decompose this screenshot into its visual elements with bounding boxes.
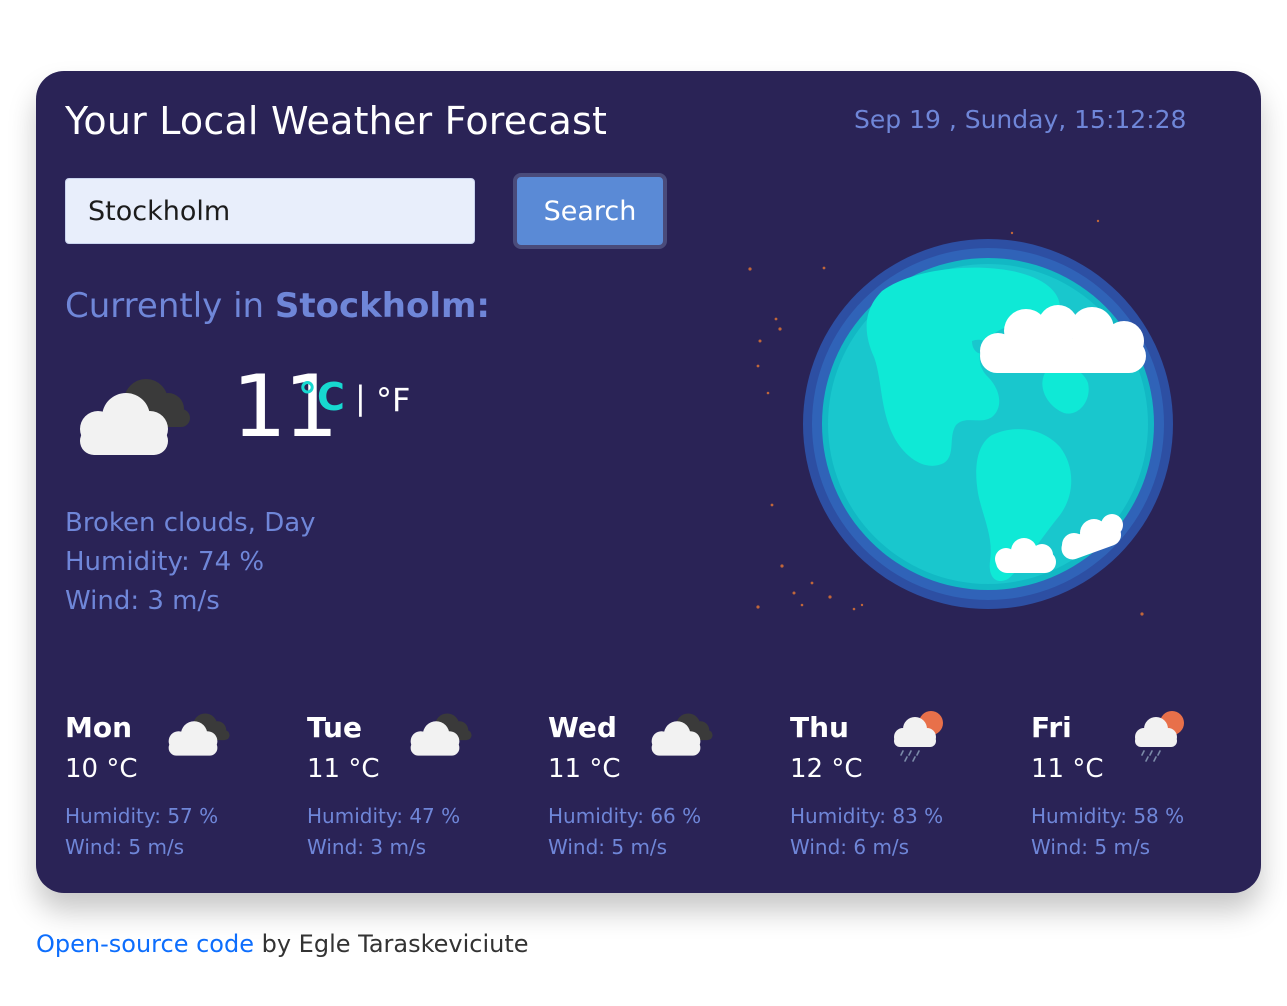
globe-illustration (748, 219, 1173, 616)
weather-description: Broken clouds, Day (65, 508, 316, 538)
weather-card: Your Local Weather Forecast Sep 19 , Sun… (36, 71, 1261, 893)
forecast-day-wind: Wind: 5 m/s (65, 835, 185, 859)
forecast-day: Tue 11 °C Humidity: 47 % Wind: 3 m/s (307, 711, 527, 871)
open-source-link[interactable]: Open-source code (36, 930, 254, 958)
page-title: Your Local Weather Forecast (65, 99, 608, 143)
sun-rain-cloud-icon (1135, 711, 1184, 762)
broken-clouds-icon (80, 379, 190, 455)
forecast-day-humidity: Humidity: 83 % (790, 804, 944, 828)
current-humidity: Humidity: 74 % (65, 547, 265, 577)
forecast-day-temp: 11 °C (548, 754, 621, 784)
forecast-day-wind: Wind: 5 m/s (1031, 835, 1151, 859)
forecast-day-name: Thu (790, 711, 849, 744)
forecast-day-wind: Wind: 5 m/s (548, 835, 668, 859)
city-search-input[interactable] (65, 178, 475, 244)
forecast-day: Wed 11 °C Humidity: 66 % Wind: 5 m/s (548, 711, 768, 871)
footer-author: by Egle Taraskeviciute (253, 930, 529, 958)
celsius-toggle[interactable]: °C (298, 375, 345, 419)
forecast-day-name: Fri (1031, 711, 1072, 744)
forecast-day: Mon 10 °C Humidity: 57 % Wind: 5 m/s (65, 711, 285, 871)
forecast-day-temp: 11 °C (307, 754, 380, 784)
forecast-day: Fri 11 °C Humidity: 58 % Wind: 5 m/s (1031, 711, 1251, 871)
forecast-day-wind: Wind: 6 m/s (790, 835, 910, 859)
broken-clouds-icon (651, 713, 713, 756)
forecast-day-temp: 10 °C (65, 754, 138, 784)
forecast-day-humidity: Humidity: 66 % (548, 804, 702, 828)
current-datetime: Sep 19 , Sunday, 15:12:28 (854, 105, 1187, 134)
forecast-day-name: Tue (307, 711, 362, 744)
forecast-day-humidity: Humidity: 47 % (307, 804, 461, 828)
forecast-day-humidity: Humidity: 57 % (65, 804, 219, 828)
current-city: Stockholm: (274, 286, 490, 326)
forecast-day-name: Mon (65, 711, 133, 744)
unit-separator: | (355, 379, 366, 417)
fahrenheit-toggle[interactable]: °F (376, 381, 410, 419)
forecast-day-wind: Wind: 3 m/s (307, 835, 427, 859)
forecast-day-name: Wed (548, 711, 617, 744)
forecast-day-temp: 11 °C (1031, 754, 1104, 784)
broken-clouds-icon (168, 713, 230, 756)
forecast-day-temp: 12 °C (790, 754, 863, 784)
footer-credit: Open-source code by Egle Taraskeviciute (36, 930, 529, 958)
broken-clouds-icon (410, 713, 472, 756)
forecast-day: Thu 12 °C Humidity: 83 % Wind: 6 m/s (790, 711, 1010, 871)
search-button[interactable]: Search (513, 173, 667, 249)
current-location-heading: Currently in Stockholm: (65, 286, 490, 326)
forecast-day-humidity: Humidity: 58 % (1031, 804, 1185, 828)
sun-rain-cloud-icon (894, 711, 943, 762)
current-wind: Wind: 3 m/s (65, 586, 220, 616)
current-heading-prefix: Currently in (65, 286, 265, 326)
